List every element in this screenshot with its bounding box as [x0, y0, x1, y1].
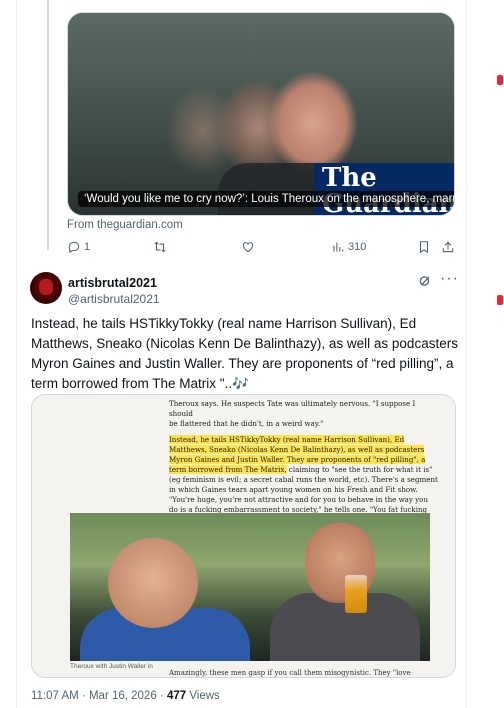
display-name[interactable]: artisbrutal2021 [68, 276, 157, 290]
reply-icon [68, 241, 80, 254]
article-bottom-line: Amazingly, these men gasp if you call th… [169, 669, 411, 677]
photo-glass [345, 575, 367, 613]
views-total: 477 [166, 690, 187, 702]
tweet-meta: 11:07 AM · Mar 16, 2026 · 477 Views [31, 690, 220, 702]
right-divider [466, 0, 467, 708]
article-line: be flattered that he didn't, in a weird … [169, 419, 324, 428]
avatar[interactable] [30, 272, 62, 304]
retweet-icon [154, 241, 166, 253]
article-screenshot[interactable]: Theroux says. He suspects Tate was ultim… [31, 394, 456, 678]
bookmark-button[interactable] [417, 240, 431, 254]
views-button[interactable]: 310 [331, 240, 366, 254]
article-text-block: Theroux says. He suspects Tate was ultim… [169, 399, 439, 525]
retweet-button[interactable] [153, 240, 170, 254]
views-icon [333, 242, 344, 252]
photo-person-left [108, 538, 198, 628]
link-source[interactable]: From theguardian.com [67, 219, 183, 231]
like-button[interactable] [241, 240, 258, 254]
side-indicator [497, 295, 503, 305]
photo-credit: Theroux with Justin Waller in [70, 663, 153, 670]
more-options-icon[interactable]: ··· [440, 270, 459, 288]
card-caption[interactable]: ‘Would you like me to cry now?’: Louis T… [78, 191, 454, 207]
share-button[interactable] [441, 240, 455, 254]
article-paragraph: Instead, he tails HSTikkyTokky (real nam… [169, 435, 439, 525]
tweet-text: Instead, he tails HSTikkyTokky (real nam… [31, 316, 458, 391]
left-divider [16, 0, 17, 708]
article-photo [70, 513, 430, 661]
like-icon [242, 242, 254, 253]
article-line: Theroux says. He suspects Tate was ultim… [169, 399, 416, 418]
views-count: 310 [348, 241, 367, 253]
bookmark-icon [419, 241, 429, 254]
reply-button[interactable]: 1 [67, 240, 90, 254]
side-indicator [497, 75, 503, 85]
user-handle[interactable]: @artisbrutal2021 [68, 292, 160, 306]
avatar-figure [39, 279, 53, 295]
grok-icon[interactable] [418, 274, 432, 288]
guardian-logo: The Guardian [314, 163, 454, 215]
timestamp[interactable]: 11:07 AM · Mar 16, 2026 · [31, 690, 167, 702]
reply-count: 1 [84, 241, 91, 253]
link-card[interactable]: The Guardian ‘Would you like me to cry n… [67, 12, 455, 216]
share-icon [442, 241, 454, 253]
action-bar: 1 310 [67, 240, 457, 256]
thread-line [47, 0, 49, 250]
views-label: Views [186, 690, 220, 702]
